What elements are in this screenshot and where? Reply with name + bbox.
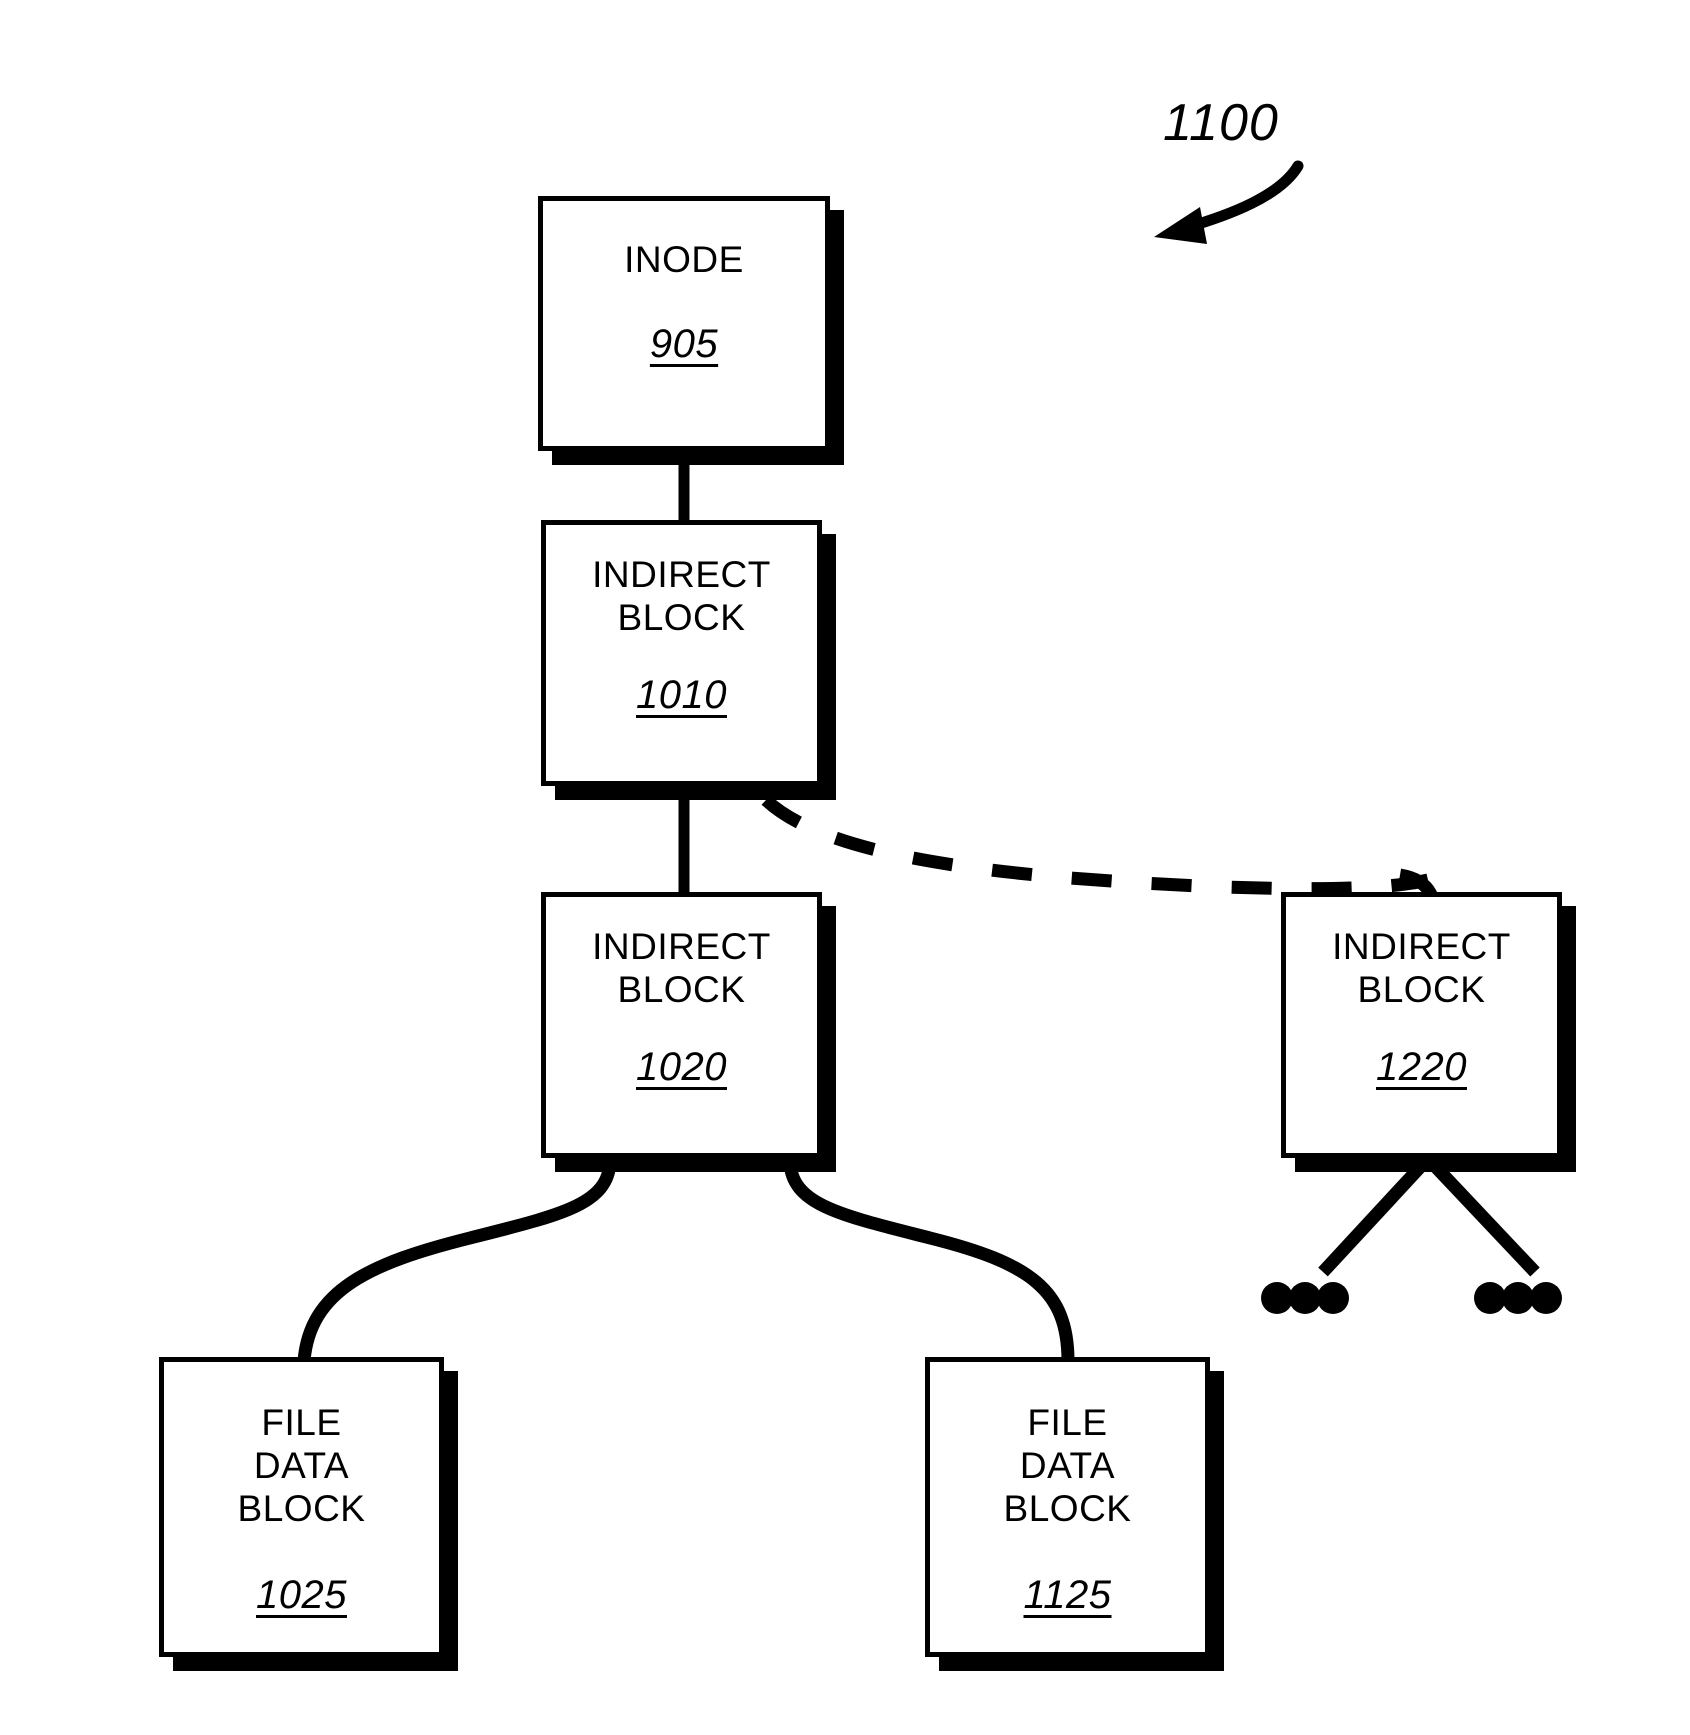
indirect-1020-shadow-right bbox=[822, 906, 836, 1172]
file-data-1025-shadow-right bbox=[444, 1371, 458, 1671]
connector-1010-to-1220-dashed bbox=[761, 795, 1430, 896]
node-indirect-block-1020[interactable]: INDIRECT BLOCK 1020 bbox=[541, 892, 822, 1158]
node-title: FILE DATA BLOCK bbox=[1003, 1402, 1132, 1529]
node-indirect-block-1220[interactable]: INDIRECT BLOCK 1220 bbox=[1281, 892, 1562, 1158]
connector-1220-to-ellipsis-left bbox=[1318, 1159, 1428, 1277]
inode-shadow-right bbox=[830, 210, 844, 465]
node-title: INDIRECT BLOCK bbox=[592, 554, 771, 638]
indirect-1010-shadow-bottom bbox=[555, 786, 836, 800]
node-reference-numeral: 1020 bbox=[636, 1044, 727, 1089]
node-title: FILE DATA BLOCK bbox=[237, 1402, 366, 1529]
inode-shadow-bottom bbox=[552, 451, 844, 465]
ellipsis-left bbox=[1261, 1282, 1349, 1314]
figure-reference-arrow bbox=[1154, 160, 1304, 244]
node-file-data-block-1125[interactable]: FILE DATA BLOCK 1125 bbox=[925, 1357, 1210, 1657]
node-reference-numeral: 1010 bbox=[636, 672, 727, 717]
node-reference-numeral: 1220 bbox=[1376, 1044, 1467, 1089]
node-title: INDIRECT BLOCK bbox=[592, 926, 771, 1010]
indirect-1020-shadow-bottom bbox=[555, 1158, 836, 1172]
indirect-1220-shadow-right bbox=[1562, 906, 1576, 1172]
connector-1020-to-1125 bbox=[783, 1161, 1075, 1362]
file-data-1125-shadow-bottom bbox=[939, 1657, 1224, 1671]
node-file-data-block-1025[interactable]: FILE DATA BLOCK 1025 bbox=[159, 1357, 444, 1657]
node-reference-numeral: 905 bbox=[649, 321, 719, 366]
figure-canvas: INODE 905 INDIRECT BLOCK 1010 INDIRECT B… bbox=[0, 0, 1690, 1735]
node-indirect-block-1010[interactable]: INDIRECT BLOCK 1010 bbox=[541, 520, 822, 786]
node-title: INODE bbox=[624, 239, 744, 280]
node-reference-numeral: 1125 bbox=[1023, 1572, 1112, 1617]
node-title: INDIRECT BLOCK bbox=[1332, 926, 1511, 1010]
ellipsis-right bbox=[1474, 1282, 1562, 1314]
connector-1020-to-1025 bbox=[297, 1161, 617, 1362]
indirect-1220-shadow-bottom bbox=[1295, 1158, 1576, 1172]
node-inode-905[interactable]: INODE 905 bbox=[538, 196, 830, 451]
connector-1220-to-ellipsis-right bbox=[1428, 1159, 1540, 1277]
file-data-1125-shadow-right bbox=[1210, 1371, 1224, 1671]
figure-number-label: 1100 bbox=[1163, 94, 1279, 152]
file-data-1025-shadow-bottom bbox=[173, 1657, 458, 1671]
indirect-1010-shadow-right bbox=[822, 534, 836, 800]
node-reference-numeral: 1025 bbox=[256, 1572, 347, 1617]
